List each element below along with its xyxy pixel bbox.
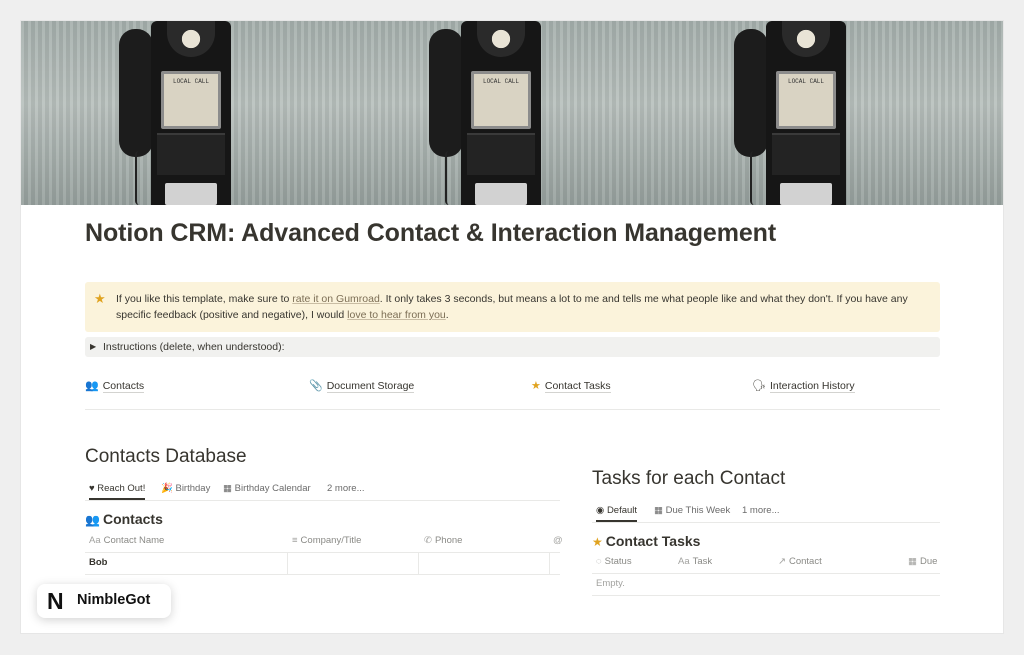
paperclip-icon: 📎: [309, 380, 323, 392]
speech-icon: 🗣: [752, 380, 766, 392]
tab-due-this-week[interactable]: ▦ Due This Week: [654, 502, 730, 520]
tasks-view-tabs: ◉ Default ▦ Due This Week 1 more...: [592, 502, 940, 522]
notion-page: LOCAL CALL LOCAL CALL LOCAL CALL Notion …: [21, 21, 1003, 633]
calendar-icon: ▦: [908, 556, 917, 567]
heart-icon: ♥: [89, 483, 95, 494]
nimblegot-logo: N: [47, 588, 64, 614]
callout-text: If you like this template, make sure to: [116, 293, 293, 305]
star-icon: ★: [531, 380, 541, 392]
brand-name: NimbleGot: [77, 592, 151, 608]
column-due[interactable]: ▦ Due: [908, 551, 937, 573]
link-contacts[interactable]: 👥 Contacts: [85, 377, 145, 395]
column-company-title[interactable]: ≡ Company/Title: [292, 530, 361, 552]
column-contact-name[interactable]: Aa Contact Name: [89, 530, 164, 552]
page-title: Notion CRM: Advanced Contact & Interacti…: [85, 219, 777, 247]
calendar-icon: ▦: [654, 505, 663, 516]
payphone-illustration: LOCAL CALL: [429, 21, 571, 205]
tab-birthday[interactable]: 🎉 Birthday: [161, 480, 210, 498]
tab-default[interactable]: ◉ Default: [596, 502, 638, 522]
phone-plate: LOCAL CALL: [161, 71, 221, 129]
callout: ★ If you like this template, make sure t…: [85, 282, 940, 332]
star-icon: ★: [94, 291, 106, 306]
text-icon: Aa: [678, 556, 690, 567]
feedback-link[interactable]: love to hear from you: [347, 309, 446, 321]
instructions-toggle[interactable]: ▶ Instructions (delete, when understood)…: [85, 337, 940, 357]
page-links: 👥 Contacts 📎 Document Storage ★ Contact Tas…: [85, 377, 940, 410]
text-icon: Aa: [89, 535, 101, 546]
gumroad-link[interactable]: rate it on Gumroad: [292, 293, 380, 305]
phone-icon: ✆: [424, 535, 432, 546]
contacts-db-title[interactable]: 👥 Contacts: [85, 511, 163, 527]
contacts-section-title: Contacts Database: [85, 446, 247, 467]
empty-state: Empty.: [596, 578, 625, 589]
contact-name-cell[interactable]: Bob: [89, 552, 107, 574]
table-row[interactable]: Bob: [85, 552, 560, 575]
phone-plate: LOCAL CALL: [776, 71, 836, 129]
toggle-arrow-icon[interactable]: ▶: [90, 337, 96, 357]
column-contact[interactable]: ↗ Contact: [778, 551, 822, 573]
column-status[interactable]: ◌ Status: [596, 551, 632, 573]
contacts-view-tabs: ♥ Reach Out! 🎉 Birthday ▦ Birthday Calen…: [85, 480, 560, 500]
tab-more-views[interactable]: 1 more...: [742, 502, 780, 520]
empty-row: Empty.: [592, 573, 940, 596]
tasks-table-header: ◌ Status Aa Task ↗ Contact ▦ Due: [592, 551, 940, 574]
tab-more-views[interactable]: 2 more...: [327, 480, 365, 498]
column-phone[interactable]: ✆ Phone: [424, 530, 462, 552]
payphone-illustration: LOCAL CALL: [734, 21, 876, 205]
target-icon: ◉: [596, 505, 605, 516]
payphone-illustration: LOCAL CALL: [119, 21, 261, 205]
toggle-label: Instructions (delete, when understood):: [103, 341, 285, 353]
column-more-icon[interactable]: @: [553, 530, 566, 552]
people-icon: 👥: [85, 380, 99, 392]
star-icon: ★: [592, 535, 603, 549]
callout-text: .: [445, 309, 449, 321]
nimblegot-badge: N NimbleGot: [37, 584, 171, 618]
tab-reach-out[interactable]: ♥ Reach Out!: [89, 480, 146, 500]
cover-image: LOCAL CALL LOCAL CALL LOCAL CALL: [21, 21, 1003, 205]
link-contact-tasks[interactable]: ★ Contact Tasks: [531, 377, 611, 395]
party-icon: 🎉: [161, 483, 173, 494]
contacts-table-header: Aa Contact Name ≡ Company/Title ✆ Phone @: [85, 530, 563, 553]
phone-plate: LOCAL CALL: [471, 71, 531, 129]
link-interaction-history[interactable]: 🗣 Interaction History: [752, 377, 855, 395]
status-icon: ◌: [596, 556, 602, 567]
column-task[interactable]: Aa Task: [678, 551, 712, 573]
calendar-icon: ▦: [223, 483, 232, 494]
link-document-storage[interactable]: 📎 Document Storage: [309, 377, 415, 395]
tasks-section-title: Tasks for each Contact: [592, 468, 786, 489]
tasks-db-title[interactable]: ★ Contact Tasks: [592, 533, 700, 549]
tab-birthday-calendar[interactable]: ▦ Birthday Calendar: [223, 480, 311, 498]
people-icon: 👥: [85, 513, 100, 527]
arrow-icon: ↗: [778, 556, 786, 567]
lines-icon: ≡: [292, 535, 298, 546]
